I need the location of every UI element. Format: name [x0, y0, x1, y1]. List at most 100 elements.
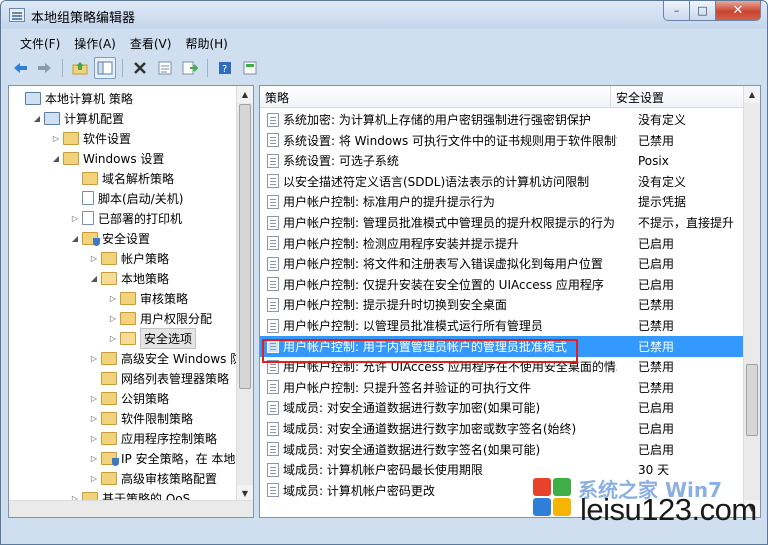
folder-icon [101, 471, 117, 485]
policy-icon [267, 215, 279, 230]
menu-file[interactable]: 文件(F) [13, 32, 67, 53]
menu-view[interactable]: 查看(V) [123, 32, 179, 53]
tree-item[interactable]: ▷ 应用程序控制策略 [89, 428, 217, 448]
policy-row[interactable]: 用户帐户控制: 仅提升安装在安全位置的 UIAccess 应用程序 已启用 [260, 274, 745, 295]
tree-item-label: 高级审核策略配置 [121, 471, 218, 486]
tree-item[interactable]: 本地计算机 策略 [13, 88, 133, 108]
title-bar[interactable]: 本地组策略编辑器 – □ ✕ [1, 1, 767, 29]
scroll-thumb[interactable] [239, 104, 251, 389]
collapsed-arrow-icon[interactable]: ▷ [108, 294, 118, 303]
folder-icon [82, 171, 98, 185]
tree-item[interactable]: ▷ 帐户策略 [89, 248, 169, 268]
tree-item[interactable]: 网络列表管理器策略 [89, 368, 229, 388]
expanded-arrow-icon[interactable]: ◢ [89, 274, 99, 283]
help-icon[interactable]: ? [214, 57, 236, 79]
column-header-policy[interactable]: 策略 [260, 86, 611, 108]
svg-text:?: ? [222, 64, 227, 75]
policy-row[interactable]: 用户帐户控制: 提示提升时切换到安全桌面 已禁用 [260, 294, 745, 315]
tree-item[interactable]: ▷ 公钥策略 [89, 388, 169, 408]
scroll-up-arrow-icon[interactable]: ▲ [237, 86, 253, 103]
tree-pane[interactable]: 本地计算机 策略 ◢ 计算机配置 ▷ 软件设置 ◢ Windows 设置 域名解析策略脚本(启… [8, 85, 254, 518]
collapsed-arrow-icon[interactable]: ▷ [51, 134, 61, 143]
details-pane[interactable]: 策略 安全设置 系统加密: 为计算机上存储的用户密钥强制进行强密钥保护 没有定义系… [259, 85, 761, 518]
tree-item[interactable]: ▷ 软件限制策略 [89, 408, 193, 428]
policy-row[interactable]: 用户帐户控制: 将文件和注册表写入错误虚拟化到每用户位置 已启用 [260, 253, 745, 274]
tree-item-label: 用户权限分配 [140, 311, 213, 326]
policy-row[interactable]: 用户帐户控制: 检测应用程序安装并提示提升 已启用 [260, 233, 745, 254]
folder-icon [101, 431, 117, 445]
folder-icon [101, 251, 117, 265]
tree-item[interactable]: 域名解析策略 [70, 168, 174, 188]
expanded-arrow-icon[interactable]: ◢ [51, 154, 61, 163]
tree-item-label: 脚本(启动/关机) [98, 191, 184, 206]
collapsed-arrow-icon[interactable]: ▷ [89, 414, 99, 423]
policy-name: 用户帐户控制: 仅提升安装在安全位置的 UIAccess 应用程序 [283, 277, 604, 292]
policy-icon [267, 380, 279, 395]
tree-item[interactable]: ▷ 软件设置 [51, 128, 131, 148]
policy-row[interactable]: 域成员: 对安全通道数据进行数字签名(如果可能) 已启用 [260, 439, 745, 460]
up-folder-icon[interactable] [69, 57, 91, 79]
tree-item[interactable]: ▷ 高级审核策略配置 [89, 468, 217, 488]
list-vertical-scrollbar[interactable]: ▲ ▼ [743, 86, 760, 517]
tree-item[interactable]: ◢ 计算机配置 [32, 108, 124, 128]
tree-item[interactable]: ▷ 用户权限分配 [108, 308, 212, 328]
policy-row[interactable]: 用户帐户控制: 以管理员批准模式运行所有管理员 已禁用 [260, 315, 745, 336]
collapsed-arrow-icon[interactable]: ▷ [108, 334, 118, 343]
tree-item[interactable]: ◢ Windows 设置 [51, 148, 164, 168]
tree-item[interactable]: ◢ 安全设置 [70, 228, 150, 248]
tree-item[interactable]: ▷ 审核策略 [108, 288, 188, 308]
menu-help[interactable]: 帮助(H) [178, 32, 234, 53]
policy-name: 用户帐户控制: 管理员批准模式中管理员的提升权限提示的行为 [283, 216, 615, 230]
expanded-arrow-icon[interactable]: ◢ [32, 114, 42, 123]
show-tree-icon[interactable] [94, 56, 116, 79]
scroll-thumb[interactable] [746, 364, 758, 436]
policy-name: 域成员: 对安全通道数据进行数字加密(如果可能) [283, 401, 541, 416]
tree-item[interactable]: 脚本(启动/关机) [70, 188, 183, 208]
maximize-button[interactable]: □ [690, 1, 716, 21]
tree-horizontal-scrollbar[interactable] [9, 500, 253, 517]
tree-item[interactable]: ▷ 安全选项 [108, 327, 197, 349]
scroll-up-arrow-icon[interactable]: ▲ [744, 86, 760, 103]
minimize-button[interactable]: – [663, 1, 690, 21]
collapsed-arrow-icon[interactable]: ▷ [89, 354, 99, 363]
policy-row[interactable]: 域成员: 对安全通道数据进行数字加密或数字签名(始终) 已启用 [260, 418, 745, 439]
policy-row[interactable]: 域成员: 对安全通道数据进行数字加密(如果可能) 已启用 [260, 397, 745, 418]
folder-icon [101, 351, 117, 365]
forward-arrow-icon[interactable] [34, 57, 56, 79]
column-header-row: 策略 安全设置 [260, 86, 745, 108]
policy-icon [267, 400, 279, 415]
policy-setting: 没有定义 [638, 174, 687, 189]
close-button[interactable]: ✕ [716, 1, 761, 21]
tree-item-label: 软件设置 [83, 131, 132, 146]
collapsed-arrow-icon[interactable]: ▷ [89, 434, 99, 443]
collapsed-arrow-icon[interactable]: ▷ [89, 474, 99, 483]
collapsed-arrow-icon[interactable]: ▷ [70, 214, 80, 223]
column-header-setting[interactable]: 安全设置 [611, 86, 664, 108]
policy-row[interactable]: 用户帐户控制: 管理员批准模式中管理员的提升权限提示的行为 不提示，直接提升 [260, 212, 745, 233]
policy-row[interactable]: 系统设置: 可选子系统 Posix [260, 150, 745, 171]
menu-action[interactable]: 操作(A) [67, 32, 123, 53]
policy-row[interactable]: 系统设置: 将 Windows 可执行文件中的证书规则用于软件限制策略 已禁用 [260, 130, 745, 151]
collapsed-arrow-icon[interactable]: ▷ [89, 254, 99, 263]
back-arrow-icon[interactable] [9, 57, 31, 79]
policy-row[interactable]: 用户帐户控制: 标准用户的提升提示行为 提示凭据 [260, 191, 745, 212]
collapsed-arrow-icon[interactable]: ▷ [108, 314, 118, 323]
filter-icon[interactable] [239, 57, 261, 79]
policy-name: 用户帐户控制: 以管理员批准模式运行所有管理员 [283, 319, 543, 333]
policy-row[interactable]: 系统加密: 为计算机上存储的用户密钥强制进行强密钥保护 没有定义 [260, 109, 745, 130]
policy-row[interactable]: 用户帐户控制: 只提升签名并验证的可执行文件 已禁用 [260, 377, 745, 398]
properties-icon[interactable] [154, 57, 176, 79]
tree-item[interactable]: ◢ 本地策略 [89, 268, 169, 288]
export-icon[interactable] [179, 57, 201, 79]
policy-row[interactable]: 以安全描述符定义语言(SDDL)语法表示的计算机访问限制 没有定义 [260, 171, 745, 192]
tree-vertical-scrollbar[interactable]: ▲ ▼ [236, 86, 253, 502]
tree-item[interactable]: ▷ IP 安全策略，在 本地计 [89, 448, 247, 468]
collapsed-arrow-icon[interactable]: ▷ [89, 394, 99, 403]
expanded-arrow-icon[interactable]: ◢ [70, 234, 80, 243]
tree-item[interactable]: ▷ 已部署的打印机 [70, 208, 182, 228]
collapsed-arrow-icon[interactable]: ▷ [89, 454, 99, 463]
tree-item[interactable]: ▷ 高级安全 Windows 防火 [89, 348, 253, 368]
policy-icon [267, 318, 279, 333]
delete-icon[interactable] [129, 57, 151, 79]
policy-icon [267, 133, 279, 148]
